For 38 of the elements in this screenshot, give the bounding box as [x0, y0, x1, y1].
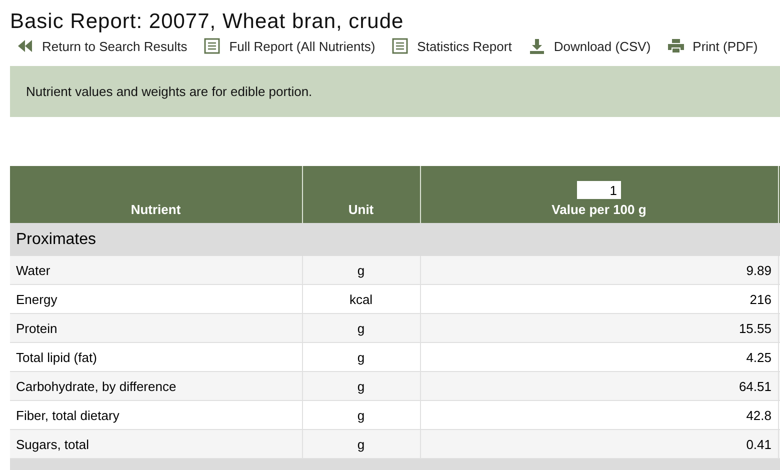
table-cell: 0.41: [420, 430, 778, 458]
toolbar-link[interactable]: Download (CSV): [528, 38, 651, 54]
table-cell: g: [302, 400, 420, 430]
column-header: Nutrient: [10, 166, 302, 223]
rewind-icon: [16, 38, 34, 54]
table-cell: Carbohydrate, by difference: [10, 372, 302, 400]
table-cell: 4.25: [420, 342, 778, 372]
table-cell: kcal: [302, 284, 420, 314]
toolbar-link[interactable]: Statistics Report: [391, 38, 512, 54]
table-cell: Protein: [10, 314, 302, 342]
column-header: Unit: [302, 166, 420, 223]
table-cell: g: [302, 342, 420, 372]
table-cell: g: [302, 256, 420, 284]
printer-icon: [666, 38, 685, 54]
table-cell: 15.55: [420, 314, 778, 342]
table-cell: Total lipid (fat): [10, 342, 302, 372]
toolbar-link[interactable]: Full Report (All Nutrients): [203, 38, 376, 54]
table-cell: 9.89: [420, 256, 778, 284]
column-header-label: Value per 100 g: [552, 202, 646, 217]
group-header: Proximates: [10, 223, 780, 256]
table-cell: g: [302, 314, 420, 342]
table-cell: g: [302, 430, 420, 458]
toolbar-link[interactable]: Return to Search Results: [16, 38, 188, 54]
table-cell: Fiber, total dietary: [10, 400, 302, 430]
table-cell: Water: [10, 256, 302, 284]
table-cell: g: [302, 372, 420, 400]
quantity-field[interactable]: 1: [577, 181, 621, 199]
table-cell: Sugars, total: [10, 430, 302, 458]
toolbar-link[interactable]: Print (PDF): [666, 38, 758, 54]
list-icon: [203, 38, 222, 54]
page-title: Basic Report: 20077, Wheat bran, crude: [10, 10, 405, 34]
notice-banner: Nutrient values and weights are for edible portion.: [10, 66, 780, 117]
table-cell: 42.8: [420, 400, 778, 430]
table-cell: Energy: [10, 284, 302, 314]
table-cell: 64.51: [420, 372, 778, 400]
table-cell: 216: [420, 284, 778, 314]
download-icon: [528, 38, 546, 54]
list-icon: [391, 38, 410, 54]
